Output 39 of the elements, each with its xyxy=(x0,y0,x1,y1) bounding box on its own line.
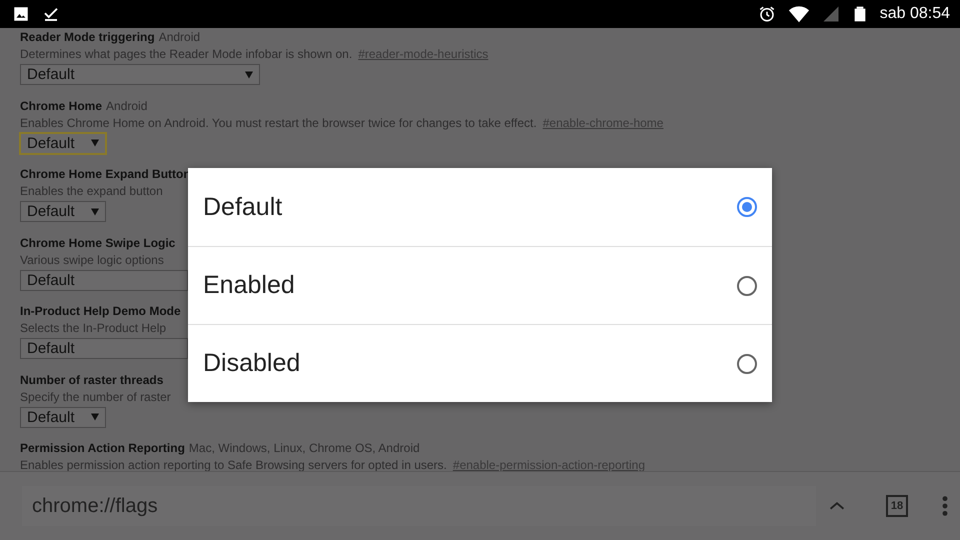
flag-select[interactable]: Default xyxy=(20,201,106,222)
radio-button[interactable] xyxy=(737,197,757,217)
flag-description: Various swipe logic options xyxy=(20,252,164,266)
status-time: sab 08:54 xyxy=(880,5,950,23)
flag-description: Specify the number of raster xyxy=(20,390,171,404)
flag-platforms: Android xyxy=(106,98,148,112)
option-item[interactable]: Default xyxy=(188,168,772,246)
flag-select[interactable]: Default xyxy=(20,132,106,154)
flag-platforms: Android xyxy=(158,30,200,44)
flag-title: Reader Mode triggering xyxy=(20,30,155,44)
flag-title: Chrome Home Swipe Logic xyxy=(20,236,176,250)
flag-title: Chrome Home xyxy=(20,98,102,112)
flag-title: Permission Action Reporting xyxy=(20,441,185,455)
dropdown-icon xyxy=(245,70,253,78)
flag-description: Determines what pages the Reader Mode infobar is shown on. xyxy=(20,47,352,61)
flag-select[interactable]: Default xyxy=(20,270,188,290)
flag-description: Enables the expand button xyxy=(20,184,163,198)
option-item[interactable]: Disabled xyxy=(188,324,772,402)
battery-icon xyxy=(852,6,868,22)
flag-select[interactable]: Default xyxy=(20,338,188,359)
radio-button[interactable] xyxy=(737,276,757,296)
menu-icon[interactable] xyxy=(942,496,948,516)
dropdown-icon xyxy=(91,208,99,216)
radio-button[interactable] xyxy=(737,354,757,374)
signal-icon xyxy=(822,5,840,23)
flag-title: In-Product Help Demo Mode xyxy=(20,304,181,318)
check-icon xyxy=(42,5,60,23)
flag-platforms: Mac, Windows, Linux, Chrome OS, Android xyxy=(188,441,420,455)
flag-select[interactable]: Default xyxy=(20,64,260,85)
flag-select[interactable]: Default xyxy=(20,406,106,428)
alarm-icon xyxy=(758,5,776,23)
dropdown-icon xyxy=(91,413,99,421)
dropdown-icon xyxy=(91,139,99,147)
flag-title: Number of raster threads xyxy=(20,372,164,386)
tab-count-button[interactable]: 18 xyxy=(886,495,908,517)
flag-description: Selects the In-Product Help xyxy=(20,321,166,335)
image-icon xyxy=(12,5,30,23)
option-item[interactable]: Enabled xyxy=(188,246,772,324)
flag-description: Enables Chrome Home on Android. You must restart the browser twice for changes to take effect. xyxy=(20,116,537,130)
